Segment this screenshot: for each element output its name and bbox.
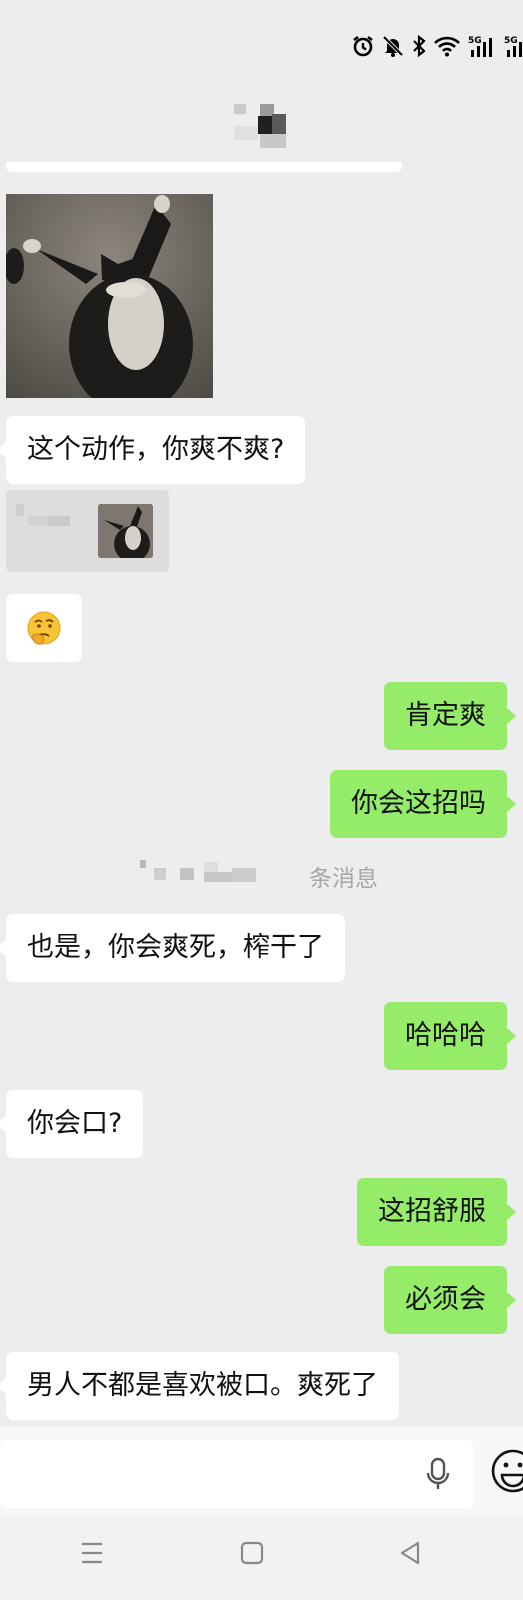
signal-5g-1-icon: 5G bbox=[467, 34, 497, 58]
menu-icon[interactable] bbox=[80, 1540, 104, 1570]
outgoing-message-bubble[interactable]: 你会这招吗 bbox=[330, 770, 516, 838]
outgoing-message-bubble[interactable]: 肯定爽 bbox=[384, 682, 516, 750]
status-bar: 5G 5G bbox=[0, 0, 523, 90]
bluetooth-icon bbox=[411, 34, 427, 58]
message-text: 也是，你会爽死，榨干了 bbox=[27, 932, 324, 963]
microphone-icon[interactable] bbox=[426, 1457, 450, 1495]
incoming-message-bubble[interactable]: 男人不都是喜欢被口。爽死了 bbox=[0, 1352, 399, 1420]
back-icon[interactable] bbox=[398, 1540, 422, 1570]
outgoing-message-bubble[interactable]: 必须会 bbox=[384, 1266, 516, 1334]
svg-text:5G: 5G bbox=[504, 36, 518, 46]
mute-bell-icon bbox=[381, 34, 405, 58]
message-text: 男人不都是喜欢被口。爽死了 bbox=[27, 1370, 378, 1401]
status-icons: 5G 5G bbox=[351, 34, 523, 58]
notice-text: 条消息 bbox=[309, 866, 378, 892]
thinking-face-icon bbox=[27, 611, 61, 645]
message-text: 你会口? bbox=[27, 1108, 123, 1139]
clipped-message-bubble bbox=[6, 162, 402, 172]
outgoing-message-bubble[interactable]: 哈哈哈 bbox=[384, 1002, 516, 1070]
emoji-icon[interactable] bbox=[490, 1448, 523, 1498]
alarm-icon bbox=[351, 34, 375, 58]
obscured-notice-text bbox=[140, 860, 256, 882]
incoming-message-bubble[interactable]: 你会口? bbox=[0, 1090, 144, 1158]
message-input[interactable] bbox=[0, 1440, 473, 1508]
message-text: 必须会 bbox=[405, 1284, 486, 1315]
contact-name-obscured[interactable] bbox=[234, 104, 286, 148]
chat-message-list[interactable]: 这个动作，你爽不爽? 肯定爽 你会这招吗 条消息 也是，你会爽死，榨干了 哈哈哈… bbox=[0, 162, 523, 1426]
quoted-image-thumbnail bbox=[98, 504, 153, 558]
message-text: 肯定爽 bbox=[405, 700, 486, 731]
message-text: 哈哈哈 bbox=[405, 1020, 486, 1051]
outgoing-message-bubble[interactable]: 这招舒服 bbox=[357, 1178, 516, 1246]
svg-text:5G: 5G bbox=[468, 36, 482, 46]
input-bar bbox=[0, 1426, 523, 1514]
chat-header bbox=[0, 90, 523, 162]
wifi-icon bbox=[433, 35, 461, 57]
message-text: 这个动作，你爽不爽? bbox=[27, 434, 285, 465]
home-icon[interactable] bbox=[240, 1540, 264, 1570]
emoji-message-bubble[interactable] bbox=[6, 594, 82, 662]
image-message[interactable] bbox=[6, 194, 213, 398]
incoming-message-bubble[interactable]: 也是，你会爽死，榨干了 bbox=[0, 914, 345, 982]
incoming-message-bubble[interactable]: 这个动作，你爽不爽? bbox=[0, 416, 306, 484]
system-navigation-bar bbox=[0, 1514, 523, 1600]
cat-photo bbox=[6, 194, 213, 398]
message-text: 这招舒服 bbox=[378, 1196, 486, 1227]
message-text: 你会这招吗 bbox=[351, 788, 486, 819]
quoted-image-card[interactable] bbox=[6, 490, 169, 572]
obscured-quote-text bbox=[16, 504, 70, 526]
signal-5g-2-icon: 5G bbox=[503, 34, 523, 58]
recalled-message-notice: 条消息 bbox=[0, 856, 523, 892]
